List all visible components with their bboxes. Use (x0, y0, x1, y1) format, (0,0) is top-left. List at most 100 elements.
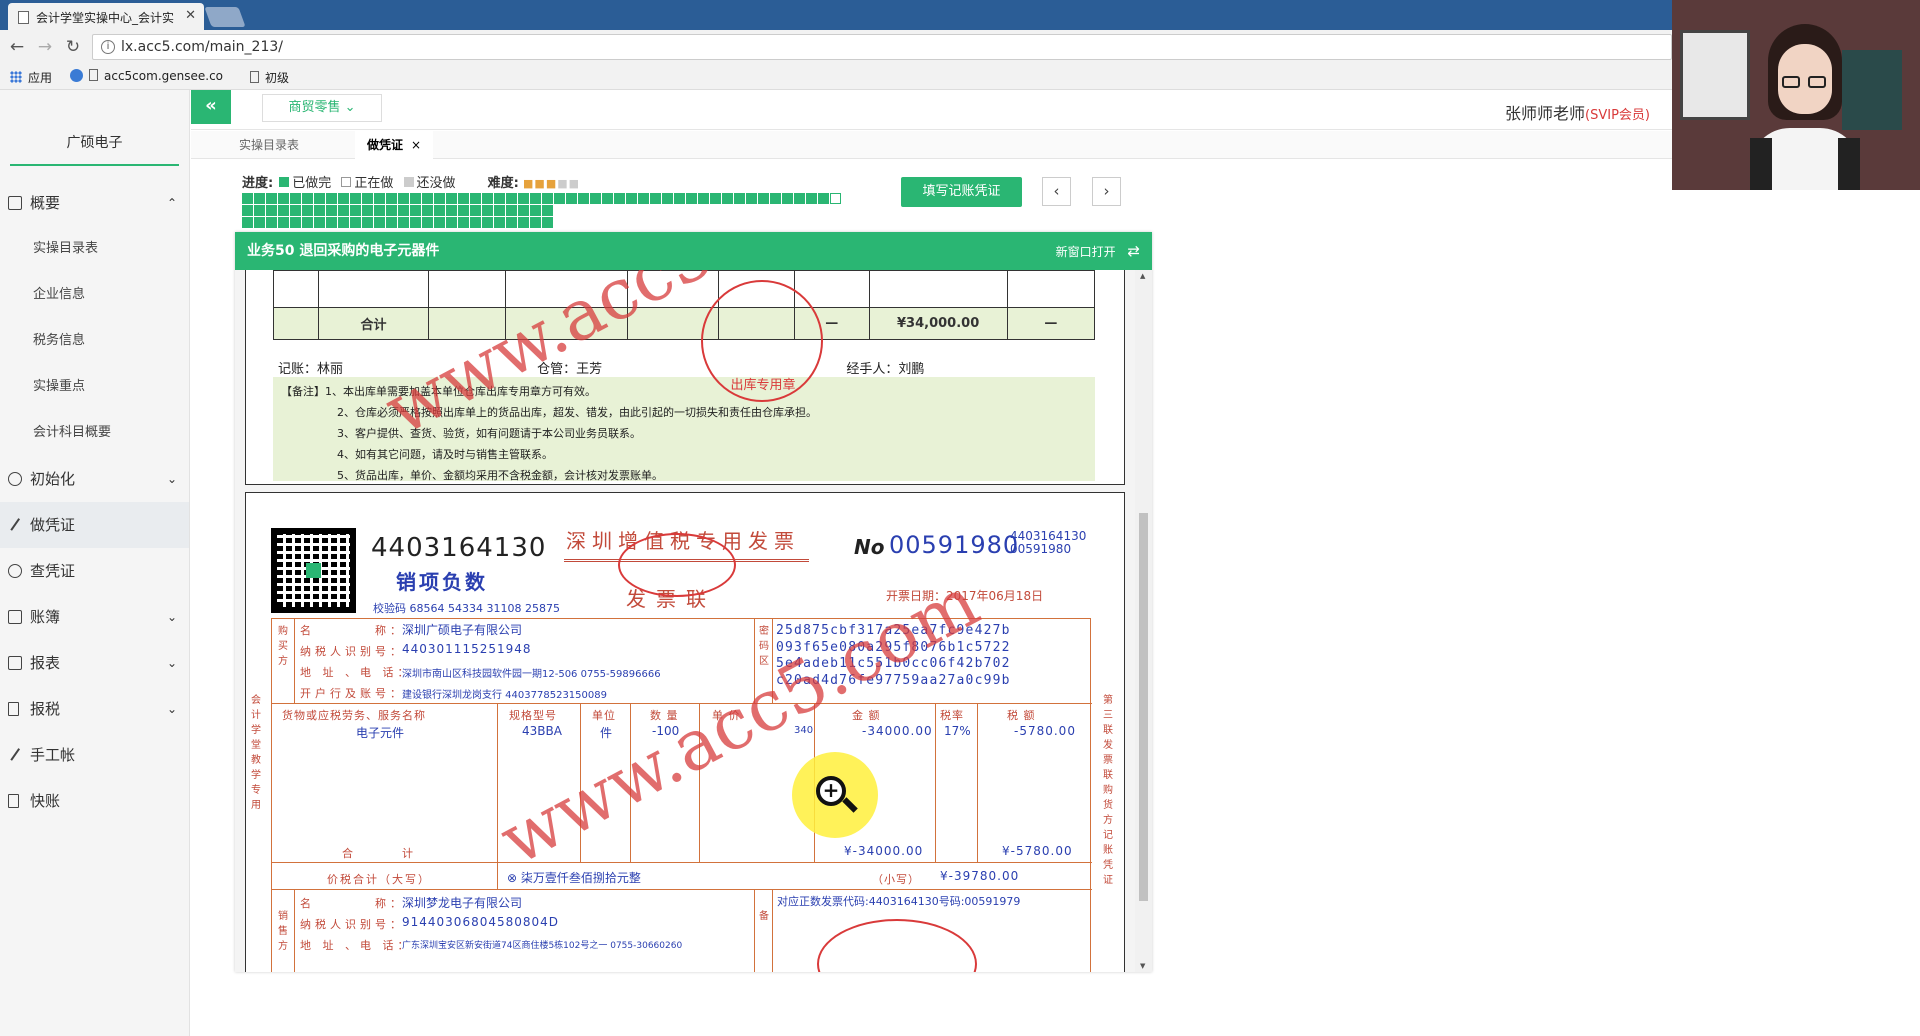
progress-cell[interactable] (590, 193, 601, 204)
progress-cell[interactable] (422, 193, 433, 204)
fill-voucher-button[interactable]: 填写记账凭证 (901, 177, 1022, 207)
progress-cell[interactable] (410, 193, 421, 204)
progress-cell[interactable] (350, 193, 361, 204)
bookmark-apps[interactable]: 应用 (10, 69, 52, 86)
bookmark-junior[interactable]: 初级 (250, 69, 289, 86)
progress-cell[interactable] (266, 193, 277, 204)
progress-cell[interactable] (314, 205, 325, 216)
collapse-sidebar-button[interactable]: « (191, 90, 231, 124)
progress-cell[interactable] (482, 205, 493, 216)
progress-cell[interactable] (446, 205, 457, 216)
sidebar-sub-catalog[interactable]: 实操目录表 (0, 226, 189, 272)
progress-cell[interactable] (530, 205, 541, 216)
progress-cell[interactable] (458, 193, 469, 204)
progress-cell[interactable] (734, 193, 745, 204)
progress-cell[interactable] (422, 205, 433, 216)
progress-cell[interactable] (530, 193, 541, 204)
progress-cell[interactable] (518, 205, 529, 216)
progress-cell[interactable] (350, 205, 361, 216)
progress-cell[interactable] (446, 193, 457, 204)
progress-cell[interactable] (302, 193, 313, 204)
progress-cell[interactable] (770, 193, 781, 204)
progress-cell[interactable] (494, 193, 505, 204)
close-tab-icon[interactable]: ✕ (185, 8, 196, 23)
progress-cell[interactable] (278, 217, 289, 228)
open-new-window-link[interactable]: 新窗口打开 ⇄ (1056, 232, 1140, 271)
progress-cell[interactable] (386, 217, 397, 228)
progress-cell[interactable] (566, 193, 577, 204)
progress-cell[interactable] (266, 205, 277, 216)
progress-cell[interactable] (398, 205, 409, 216)
progress-cell[interactable] (458, 205, 469, 216)
progress-cell[interactable] (254, 205, 265, 216)
scroll-down-icon[interactable]: ▼ (1140, 962, 1145, 970)
progress-cell[interactable] (290, 217, 301, 228)
progress-cell[interactable] (386, 205, 397, 216)
progress-cell[interactable] (542, 205, 553, 216)
progress-cell[interactable] (434, 217, 445, 228)
tab-catalog[interactable]: 实操目录表 (227, 131, 311, 159)
sidebar-sub-accounts[interactable]: 会计科目概要 (0, 410, 189, 456)
progress-cell[interactable] (626, 193, 637, 204)
progress-cell[interactable] (638, 193, 649, 204)
reload-icon[interactable]: ↻ (62, 36, 84, 58)
progress-cell[interactable] (362, 193, 373, 204)
progress-cell[interactable] (686, 193, 697, 204)
progress-cell[interactable] (530, 217, 541, 228)
progress-cell[interactable] (506, 205, 517, 216)
progress-cell[interactable] (758, 193, 769, 204)
panel-scrollbar[interactable]: ▲ ▼ (1135, 270, 1152, 972)
progress-cell[interactable] (506, 217, 517, 228)
sidebar-item-manual[interactable]: 手工帐 (0, 732, 189, 778)
progress-cell[interactable] (254, 217, 265, 228)
progress-cell[interactable] (326, 193, 337, 204)
progress-cell[interactable] (710, 193, 721, 204)
progress-cell[interactable] (374, 193, 385, 204)
progress-cell[interactable] (374, 217, 385, 228)
scrollbar-thumb[interactable] (1139, 513, 1148, 901)
progress-cell[interactable] (302, 205, 313, 216)
progress-cell[interactable] (410, 205, 421, 216)
progress-cell[interactable] (242, 205, 253, 216)
progress-cell[interactable] (254, 193, 265, 204)
progress-cell[interactable] (302, 217, 313, 228)
progress-cell[interactable] (326, 205, 337, 216)
progress-cell[interactable] (398, 193, 409, 204)
progress-cell[interactable] (290, 205, 301, 216)
sidebar-item-quick[interactable]: 快账 (0, 778, 189, 824)
progress-cell[interactable] (386, 193, 397, 204)
progress-cell[interactable] (746, 193, 757, 204)
bookmark-gensee[interactable]: acc5com.gensee.co (70, 69, 223, 83)
sidebar-sub-tax-info[interactable]: 税务信息 (0, 318, 189, 364)
progress-cell[interactable] (542, 217, 553, 228)
progress-cell[interactable] (818, 193, 829, 204)
progress-cell[interactable] (290, 193, 301, 204)
progress-cell[interactable] (578, 193, 589, 204)
sidebar-item-tax[interactable]: 报税 ⌄ (0, 686, 189, 732)
progress-cell[interactable] (278, 193, 289, 204)
progress-cell[interactable] (698, 193, 709, 204)
progress-cell[interactable] (458, 217, 469, 228)
progress-cell[interactable] (482, 193, 493, 204)
new-tab-button[interactable] (204, 7, 246, 27)
sidebar-sub-company-info[interactable]: 企业信息 (0, 272, 189, 318)
scroll-up-icon[interactable]: ▲ (1140, 272, 1145, 280)
progress-cell[interactable] (674, 193, 685, 204)
progress-cell[interactable] (602, 193, 613, 204)
progress-cell[interactable] (470, 193, 481, 204)
progress-cell[interactable] (782, 193, 793, 204)
progress-cell[interactable] (650, 193, 661, 204)
progress-cell[interactable] (314, 217, 325, 228)
progress-cell[interactable] (482, 217, 493, 228)
progress-cell[interactable] (806, 193, 817, 204)
progress-cell[interactable] (662, 193, 673, 204)
progress-cell[interactable] (398, 217, 409, 228)
progress-cell[interactable] (554, 193, 565, 204)
sidebar-item-overview[interactable]: 概要 ⌃ (0, 180, 189, 226)
progress-cell[interactable] (494, 217, 505, 228)
progress-cell[interactable] (362, 205, 373, 216)
industry-dropdown[interactable]: 商贸零售 ⌄ (262, 94, 382, 122)
progress-cell[interactable] (794, 193, 805, 204)
progress-cell[interactable] (314, 193, 325, 204)
sidebar-sub-key-points[interactable]: 实操重点 (0, 364, 189, 410)
